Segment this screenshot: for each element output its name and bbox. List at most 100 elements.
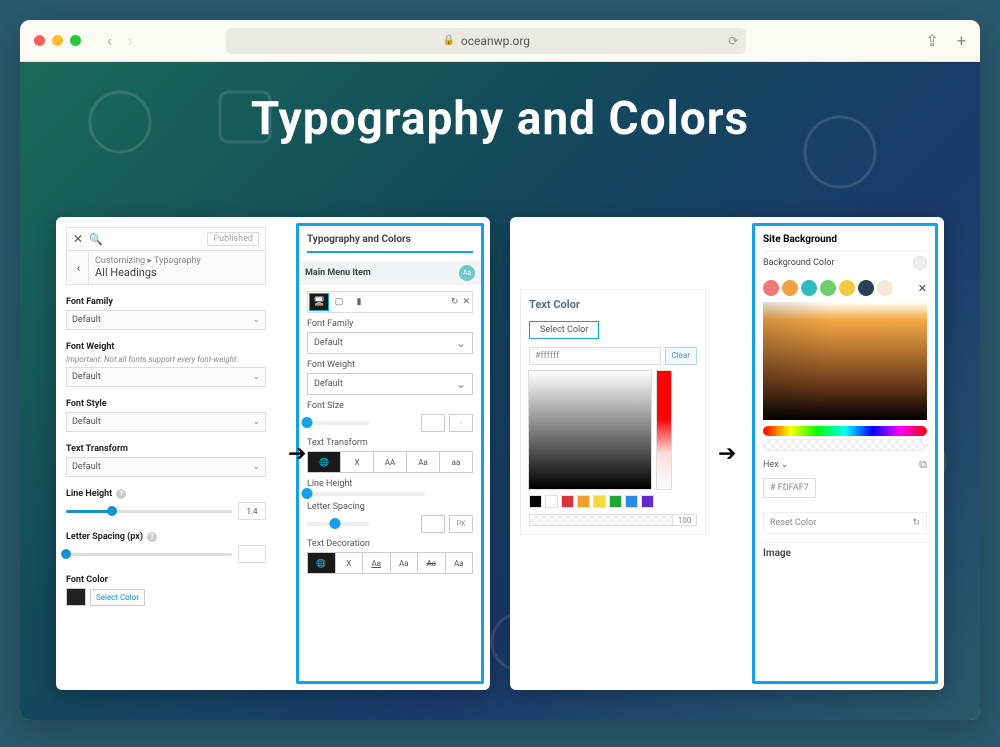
line-height-slider[interactable] [307,492,425,496]
swatch[interactable] [561,495,574,508]
tt-globe-icon[interactable]: 🌐 [308,452,341,472]
device-tablet-icon[interactable]: ▢ [330,294,348,310]
address-bar[interactable]: 🔒 oceanwp.org ⟳ [226,28,746,54]
tt-upper[interactable]: AA [374,452,407,472]
letter-spacing-slider[interactable] [307,522,369,526]
window-controls [34,35,81,46]
forward-button[interactable]: › [128,31,133,50]
td-globe-icon[interactable]: 🌐 [308,553,336,573]
search-icon[interactable]: 🔍 [89,233,103,246]
back-button[interactable]: ‹ [107,31,112,50]
maximize-window-icon[interactable] [70,35,81,46]
panel-title: Site Background [763,232,927,251]
hex-input[interactable] [529,347,661,365]
font-weight-note: Important: Not all fonts support every f… [66,355,266,364]
reset-color-button[interactable]: Reset Color ↻ [763,512,927,534]
image-section-label[interactable]: Image [763,542,927,564]
preset-swatch[interactable] [820,280,836,296]
td-through[interactable]: Aa [418,553,446,573]
browser-toolbar: ‹ › 🔒 oceanwp.org ⟳ ⇪ + [20,20,980,62]
breadcrumb: ‹ Customizing ▸ Typography All Headings [66,251,266,285]
font-weight-select[interactable]: Default [307,373,473,395]
swatch[interactable] [529,495,542,508]
font-size-label: Font Size [307,401,473,411]
reset-icon[interactable]: ↻ [451,297,459,307]
alpha-slider[interactable] [763,440,927,450]
minimize-window-icon[interactable] [52,35,63,46]
preset-swatch[interactable] [839,280,855,296]
browser-window: ‹ › 🔒 oceanwp.org ⟳ ⇪ + Typography and C… [20,20,980,720]
swatch[interactable] [577,495,590,508]
font-size-unit[interactable]: - [449,414,473,432]
device-switcher: 🖥 ▢ ▮ ↻ ✕ [307,291,473,313]
font-color-swatch[interactable] [66,588,86,606]
swatch[interactable] [625,495,638,508]
text-transform-select[interactable]: Default [66,457,266,477]
text-decoration-label: Text Decoration [307,539,473,549]
breadcrumb-path: Customizing ▸ Typography [95,256,201,266]
publish-status: Published [207,232,259,246]
line-height-value[interactable]: 1.4 [238,502,266,520]
device-mobile-icon[interactable]: ▮ [350,294,368,310]
tt-lower[interactable]: aa [440,452,472,472]
card-colors: Text Color Select Color Clear [510,217,944,690]
close-window-icon[interactable] [34,35,45,46]
preset-swatch[interactable] [801,280,817,296]
hex-label[interactable]: Hex ⌄ [763,460,788,470]
font-family-label: Font Family [66,297,266,307]
select-color-button[interactable]: Select Color [90,589,145,606]
clear-button[interactable]: Clear [665,347,697,365]
font-family-select[interactable]: Default [66,310,266,330]
opacity-slider[interactable]: 100 [529,514,697,526]
color-gradient-area[interactable] [763,302,927,420]
font-size-slider[interactable] [307,421,369,425]
back-icon[interactable]: ‹ [69,251,89,284]
swatch[interactable] [545,495,558,508]
letter-spacing-value[interactable] [421,515,445,533]
td-overline[interactable]: Aa [391,553,419,573]
reset-icon: ↻ [912,518,920,528]
site-background-panel: Site Background Background Color [752,223,938,684]
close-icon[interactable]: ✕ [462,297,470,307]
bg-color-swatch[interactable] [913,256,927,270]
text-transform-label: Text Transform [66,444,266,454]
line-height-slider[interactable] [66,510,232,513]
new-tab-icon[interactable]: + [957,31,966,50]
td-underline[interactable]: Aa [363,553,391,573]
letter-spacing-value[interactable] [238,545,266,563]
preset-swatch[interactable] [763,280,779,296]
font-size-value[interactable] [421,414,445,432]
hex-value-input[interactable]: # FDFAF7 [763,478,816,498]
line-height-label: Line Height? [66,489,266,499]
font-weight-select[interactable]: Default [66,367,266,387]
td-wavy[interactable]: Aa [446,553,473,573]
select-color-button[interactable]: Select Color [529,321,599,339]
hue-slider[interactable] [763,426,927,436]
nav-arrows: ‹ › [107,31,133,50]
copy-icon[interactable]: ⧉ [919,458,927,472]
preset-swatch[interactable] [877,280,893,296]
preset-swatch[interactable] [782,280,798,296]
tt-cap[interactable]: Aa [407,452,440,472]
bg-color-label: Background Color [763,258,834,268]
tt-none[interactable]: X [341,452,374,472]
letter-spacing-slider[interactable] [66,553,232,556]
line-height-label: Line Height [307,479,473,489]
swatch[interactable] [609,495,622,508]
gradient-area[interactable] [529,371,651,489]
font-family-select[interactable]: Default [307,332,473,354]
hue-slider[interactable] [657,371,671,489]
close-icon[interactable]: ✕ [918,282,927,295]
reload-icon[interactable]: ⟳ [728,34,738,48]
device-desktop-icon[interactable]: 🖥 [310,294,328,310]
font-style-select[interactable]: Default [66,412,266,432]
letter-spacing-unit[interactable]: PX [449,515,473,533]
swatch[interactable] [593,495,606,508]
swatch[interactable] [641,495,654,508]
preset-swatch[interactable] [858,280,874,296]
share-icon[interactable]: ⇪ [926,31,939,50]
td-none[interactable]: X [336,553,364,573]
close-icon[interactable]: ✕ [73,232,83,246]
panel-title: Typography and Colors [307,232,473,253]
preset-colors: ✕ [763,280,927,296]
